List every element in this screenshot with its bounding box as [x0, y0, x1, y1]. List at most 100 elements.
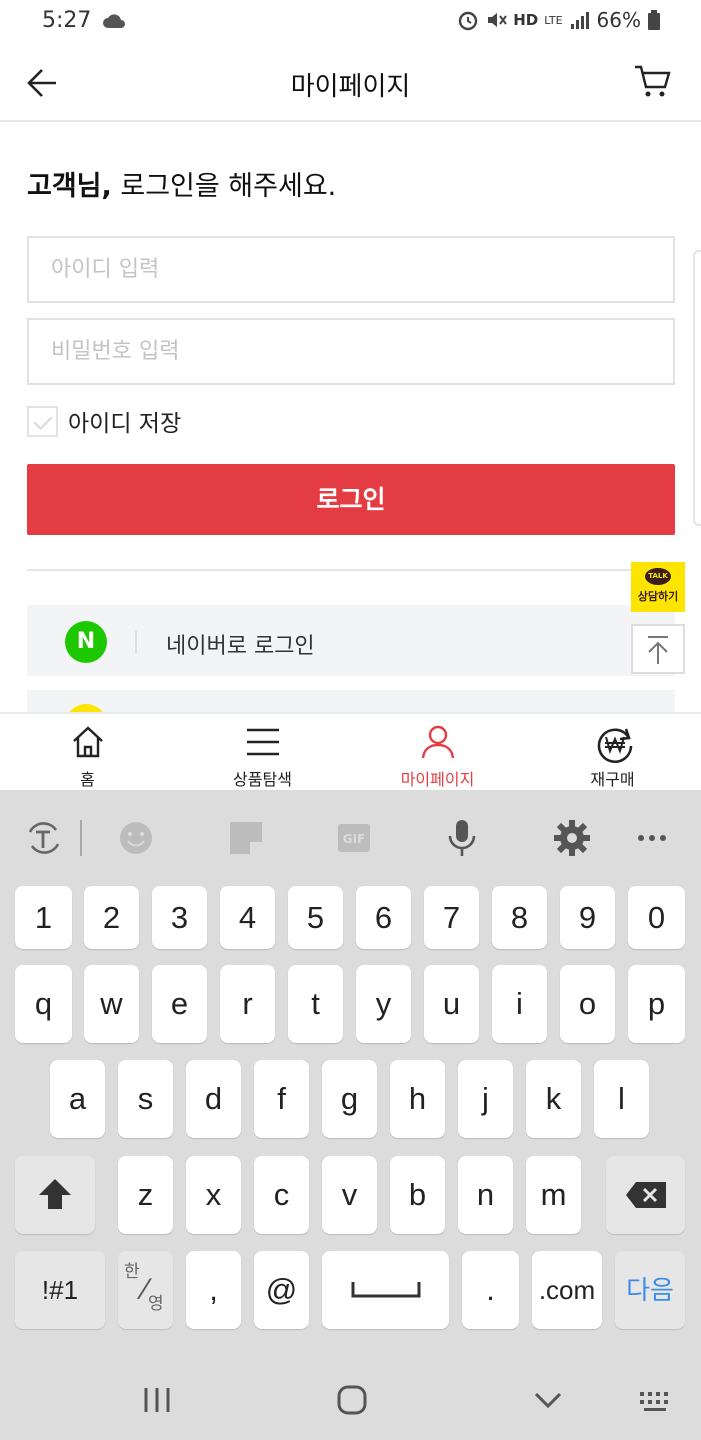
language-switch-key[interactable]: 한 ∕ 영 [118, 1251, 173, 1329]
key-b[interactable]: b [390, 1156, 445, 1234]
nav-mypage[interactable]: 마이페이지 [350, 714, 525, 792]
settings-tool-button[interactable] [552, 818, 592, 858]
chevron-down-icon [534, 1392, 562, 1409]
symbols-key[interactable]: !#1 [15, 1251, 105, 1329]
recent-apps-icon [144, 1388, 170, 1412]
greeting-name: 고객님, [27, 171, 112, 202]
key-a[interactable]: a [50, 1060, 105, 1138]
cart-button[interactable] [631, 60, 673, 102]
nav-browse-label: 상품탐색 [233, 770, 292, 789]
keyboard-switch-button[interactable] [638, 1390, 674, 1418]
shift-arrow-icon [39, 1179, 71, 1209]
battery-icon [648, 10, 660, 30]
comma-key[interactable]: , [186, 1251, 241, 1329]
key-c[interactable]: c [254, 1156, 309, 1234]
key-o[interactable]: o [560, 965, 615, 1043]
key-n[interactable]: n [458, 1156, 513, 1234]
key-6[interactable]: 6 [356, 886, 411, 949]
home-icon [73, 726, 103, 758]
at-key[interactable]: @ [254, 1251, 309, 1329]
key-v[interactable]: v [322, 1156, 377, 1234]
next-key[interactable]: 다음 [615, 1251, 685, 1329]
key-r[interactable]: r [220, 965, 275, 1043]
naver-login-label: 네이버로 로그인 [166, 634, 315, 659]
save-id-option[interactable]: 아이디 저장 [27, 404, 181, 438]
key-8[interactable]: 8 [492, 886, 547, 949]
key-3[interactable]: 3 [152, 886, 207, 949]
nav-mypage-label: 마이페이지 [400, 770, 475, 789]
signal-icon [570, 12, 589, 29]
key-5[interactable]: 5 [288, 886, 343, 949]
key-2[interactable]: 2 [84, 886, 139, 949]
key-u[interactable]: u [424, 965, 479, 1043]
side-scroll-indicator [693, 250, 701, 526]
key-j[interactable]: j [458, 1060, 513, 1138]
space-key[interactable] [322, 1251, 449, 1329]
nav-reorder-label: 재구매 [590, 770, 635, 789]
nav-reorder[interactable]: 재구매 [525, 714, 700, 792]
cloud-icon [102, 12, 126, 34]
gif-tool-button[interactable]: GIF [334, 818, 374, 858]
soft-keyboard: GIF 1 2 3 4 5 6 7 8 9 0 q w e r t y u i … [0, 790, 701, 1440]
key-9[interactable]: 9 [560, 886, 615, 949]
key-s[interactable]: s [118, 1060, 173, 1138]
login-button[interactable]: 로그인 [27, 464, 675, 535]
backspace-key[interactable] [606, 1156, 685, 1234]
kakao-login-button[interactable] [27, 690, 675, 714]
nav-home-label: 홈 [80, 770, 95, 789]
voice-tool-button[interactable] [442, 818, 482, 858]
won-reorder-icon [597, 728, 633, 763]
key-f[interactable]: f [254, 1060, 309, 1138]
arrow-up-icon [648, 636, 668, 664]
key-q[interactable]: q [15, 965, 72, 1043]
sticker-tool-button[interactable] [226, 818, 266, 858]
toolbar-separator [80, 820, 82, 856]
network-lte-label: LTE [544, 13, 563, 27]
key-g[interactable]: g [322, 1060, 377, 1138]
key-4[interactable]: 4 [220, 886, 275, 949]
key-m[interactable]: m [526, 1156, 581, 1234]
talk-consult-label: 상담하기 [637, 590, 679, 603]
translate-icon [28, 822, 60, 854]
key-p[interactable]: p [628, 965, 685, 1043]
key-d[interactable]: d [186, 1060, 241, 1138]
key-1[interactable]: 1 [15, 886, 72, 949]
key-t[interactable]: t [288, 965, 343, 1043]
hide-keyboard-button[interactable] [532, 1388, 564, 1416]
key-k[interactable]: k [526, 1060, 581, 1138]
more-tool-button[interactable] [632, 818, 672, 858]
key-7[interactable]: 7 [424, 886, 479, 949]
greeting-text: 로그인을 해주세요. [111, 171, 337, 202]
home-system-button[interactable] [336, 1384, 368, 1420]
bottom-nav: 홈 상품탐색 마이페이지 재구매 [0, 712, 701, 790]
shift-key[interactable] [15, 1156, 95, 1234]
password-input[interactable] [27, 318, 675, 385]
recent-apps-button[interactable] [140, 1386, 174, 1418]
emoji-tool-button[interactable] [116, 818, 156, 858]
scroll-top-button[interactable] [631, 624, 685, 674]
nav-home[interactable]: 홈 [0, 714, 175, 792]
period-key[interactable]: . [462, 1251, 519, 1329]
key-i[interactable]: i [492, 965, 547, 1043]
key-l[interactable]: l [594, 1060, 649, 1138]
key-0[interactable]: 0 [628, 886, 685, 949]
login-greeting: 고객님, 로그인을 해주세요. [27, 164, 336, 203]
home-circle-icon [337, 1385, 367, 1415]
lang-slash: ∕ [142, 1273, 148, 1306]
kakao-talk-consult-button[interactable]: TALK 상담하기 [631, 562, 685, 612]
key-z[interactable]: z [118, 1156, 173, 1234]
key-w[interactable]: w [84, 965, 139, 1043]
key-h[interactable]: h [390, 1060, 445, 1138]
microphone-icon [448, 820, 476, 856]
key-y[interactable]: y [356, 965, 411, 1043]
key-e[interactable]: e [152, 965, 207, 1043]
key-x[interactable]: x [186, 1156, 241, 1234]
dotcom-key[interactable]: .com [532, 1251, 602, 1329]
id-input[interactable] [27, 236, 675, 303]
translate-tool-button[interactable] [24, 818, 64, 858]
nav-browse[interactable]: 상품탐색 [175, 714, 350, 792]
naver-login-button[interactable]: N 네이버로 로그인 [27, 605, 675, 676]
lang-english-label: 영 [148, 1294, 164, 1313]
cart-icon [635, 65, 671, 97]
save-id-checkbox[interactable] [27, 405, 58, 437]
